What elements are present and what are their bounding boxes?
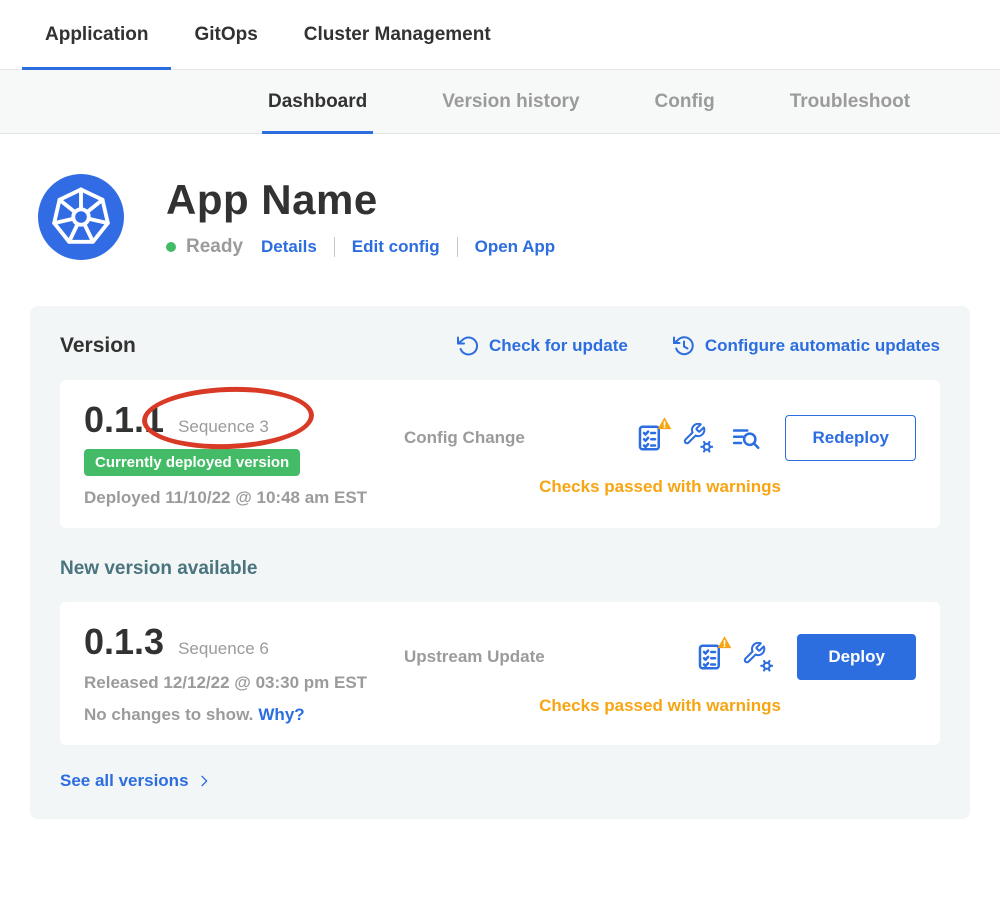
preflight-checks-icon[interactable] [695,642,725,672]
preflight-checks-icon[interactable] [635,423,665,453]
new-version-sequence: Sequence 6 [178,639,269,659]
new-change-type: Upstream Update [404,647,545,667]
tab-troubleshoot[interactable]: Troubleshoot [790,70,910,133]
configure-automatic-updates-link[interactable]: Configure automatic updates [672,334,940,358]
no-changes-text: No changes to show. Why? [84,705,404,725]
check-for-update-link[interactable]: Check for update [456,334,628,358]
new-checks-status: Checks passed with warnings [404,696,916,716]
released-timestamp: Released 12/12/22 @ 03:30 pm EST [84,673,404,693]
version-panel: Version Check for update Configure autom… [30,306,970,819]
app-sub-nav: Dashboard Version history Config Trouble… [0,70,1000,134]
app-status-text: Ready [186,236,243,258]
chevron-right-icon [196,773,212,789]
see-all-versions-label: See all versions [60,771,189,791]
tab-version-history[interactable]: Version history [442,70,579,133]
details-link[interactable]: Details [261,237,317,257]
no-changes-label: No changes to show. [84,705,253,724]
current-version-sequence: Sequence 3 [178,417,269,437]
scheduled-update-icon [672,334,696,358]
warning-triangle-icon [717,635,732,650]
tab-cluster-management[interactable]: Cluster Management [281,0,514,69]
current-change-type: Config Change [404,428,525,448]
check-for-update-label: Check for update [489,336,628,356]
deploy-button[interactable]: Deploy [797,634,916,680]
new-version-number: 0.1.3 [84,622,164,662]
current-version-card: 0.1.1 Sequence 3 Currently deployed vers… [60,380,940,528]
primary-nav: Application GitOps Cluster Management [0,0,1000,70]
configure-automatic-updates-label: Configure automatic updates [705,336,940,356]
tab-dashboard[interactable]: Dashboard [268,70,367,133]
open-app-link[interactable]: Open App [475,237,556,257]
tab-gitops[interactable]: GitOps [171,0,280,69]
deployed-version-badge: Currently deployed version [84,449,300,476]
refresh-icon [456,334,480,358]
version-section-title: Version [60,334,136,358]
wrench-gear-icon[interactable] [743,642,773,672]
page-title: App Name [166,176,555,224]
new-version-heading: New version available [60,558,940,580]
edit-config-link[interactable]: Edit config [352,237,440,257]
app-header: App Name Ready Details Edit config Open … [38,174,1000,260]
warning-triangle-icon [657,416,672,431]
new-version-card: 0.1.3 Sequence 6 Released 12/12/22 @ 03:… [60,602,940,746]
kubernetes-icon [38,174,124,260]
wrench-gear-icon[interactable] [683,423,713,453]
current-version-number: 0.1.1 [84,400,164,440]
divider [334,237,335,257]
file-search-icon[interactable] [731,423,761,453]
tab-application[interactable]: Application [22,0,171,69]
deployed-timestamp: Deployed 11/10/22 @ 10:48 am EST [84,488,404,508]
ready-status-dot [166,242,176,252]
divider [457,237,458,257]
current-checks-status: Checks passed with warnings [404,477,916,497]
see-all-versions-link[interactable]: See all versions [60,771,212,791]
why-link[interactable]: Why? [258,705,304,724]
redeploy-button[interactable]: Redeploy [785,415,916,461]
tab-config[interactable]: Config [655,70,715,133]
